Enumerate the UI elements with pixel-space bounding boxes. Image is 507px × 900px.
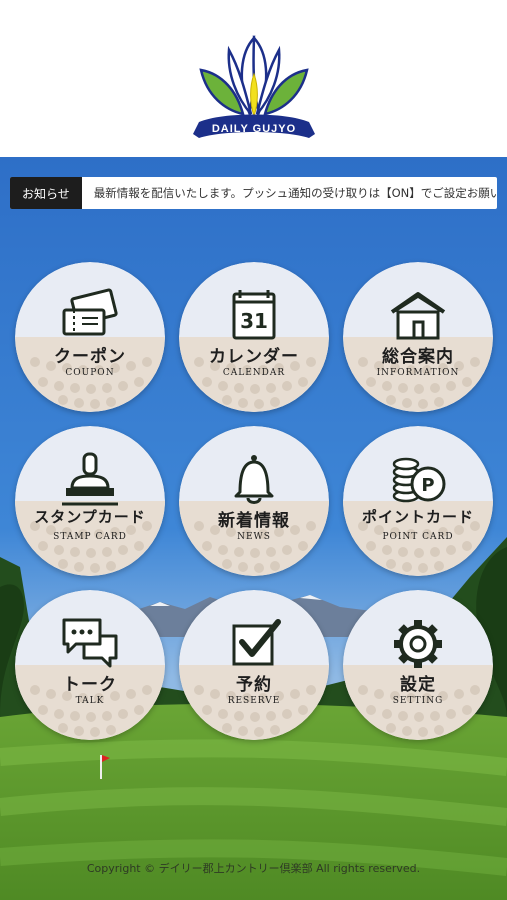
menu-label: カレンダー — [209, 347, 299, 367]
notice-ticker[interactable]: お知らせ 最新情報を配信いたします。プッシュ通知の受け取りは【ON】でご設定お願… — [10, 177, 497, 209]
menu-label: 予約 — [236, 675, 272, 695]
coins-icon: P — [392, 457, 446, 503]
calendar-icon: 31 — [232, 290, 276, 340]
menu-sublabel: NEWS — [237, 532, 271, 542]
calendar-day: 31 — [240, 309, 268, 333]
menu-sublabel: CALENDAR — [222, 368, 286, 378]
gear-icon — [394, 620, 442, 668]
menu-sublabel: STAMP CARD — [53, 532, 127, 542]
menu-sublabel: COUPON — [65, 368, 115, 378]
menu-sublabel: RESERVE — [227, 696, 281, 706]
menu-information-button[interactable]: 総合案内 INFORMATION — [343, 262, 493, 412]
notice-message: 最新情報を配信いたします。プッシュ通知の受け取りは【ON】でご設定お願いします。 — [93, 186, 497, 200]
menu-stamp-card-button[interactable]: スタンプカード STAMP CARD — [15, 426, 165, 576]
menu-sublabel: INFORMATION — [376, 368, 460, 378]
menu-label: トーク — [63, 675, 117, 695]
menu-sublabel: TALK — [75, 696, 105, 706]
menu-sublabel: SETTING — [392, 696, 444, 706]
app-header: DAILY GUJYO — [0, 0, 507, 157]
menu-label: ポイントカード — [361, 508, 474, 526]
menu-talk-button[interactable]: トーク TALK — [15, 590, 165, 740]
menu-sublabel: POINT CARD — [382, 532, 454, 542]
point-symbol: P — [421, 475, 434, 496]
menu-label: 総合案内 — [382, 347, 454, 367]
chat-icon — [62, 618, 118, 668]
menu-setting-button[interactable]: 設定 SETTING — [343, 590, 493, 740]
menu-label: 新着情報 — [218, 511, 290, 531]
bell-icon — [234, 455, 274, 504]
coupon-icon — [62, 288, 118, 336]
menu-label: クーポン — [54, 347, 126, 367]
menu-point-card-button[interactable]: P ポイントカード POINT CARD — [343, 426, 493, 576]
menu-coupon-button[interactable]: クーポン COUPON — [15, 262, 165, 412]
menu-label: スタンプカード — [34, 508, 146, 526]
menu-news-button[interactable]: 新着情報 NEWS — [179, 426, 329, 576]
stamp-icon — [62, 452, 118, 506]
daily-gujyo-logo: DAILY GUJYO — [193, 34, 315, 138]
checkbox-icon — [232, 619, 281, 666]
menu-calendar-button[interactable]: 31 カレンダー CALENDAR — [179, 262, 329, 412]
notice-label: お知らせ — [10, 177, 82, 209]
copyright-text: Copyright © デイリー郡上カントリー倶楽部 All rights re… — [86, 862, 421, 875]
logo-text: DAILY GUJYO — [212, 123, 296, 135]
menu-reserve-button[interactable]: 予約 RESERVE — [179, 590, 329, 740]
menu-label: 設定 — [400, 675, 436, 695]
house-icon — [390, 292, 446, 340]
